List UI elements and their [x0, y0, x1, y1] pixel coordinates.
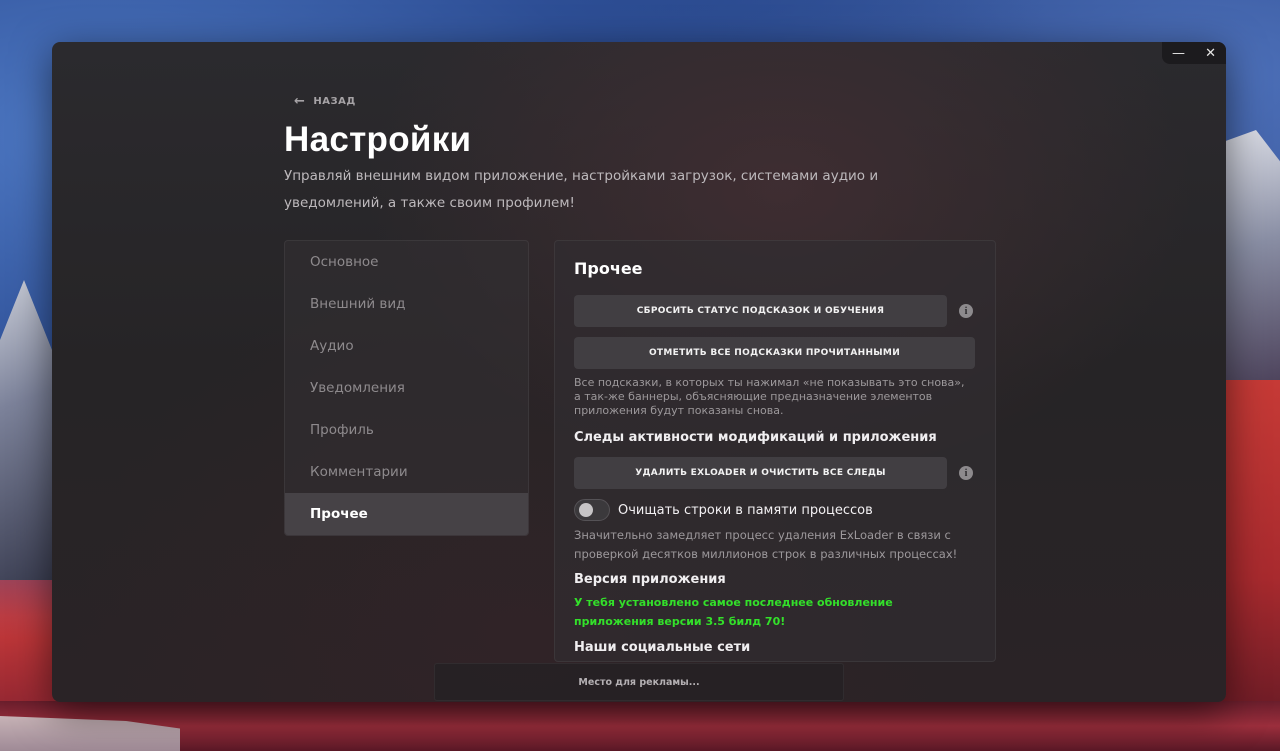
hints-note: Все подсказки, в которых ты нажимал «не … [574, 376, 965, 417]
sidebar-item-notifications[interactable]: Уведомления [285, 367, 528, 409]
info-icon[interactable]: i [959, 466, 973, 480]
back-button[interactable]: ← НАЗАД [294, 94, 356, 109]
page-subtitle: Управляй внешним видом приложение, настр… [284, 168, 879, 211]
clear-memory-strings-label: Очищать строки в памяти процессов [618, 503, 873, 518]
arrow-left-icon: ← [294, 94, 306, 109]
app-window: — ✕ ← НАЗАД Настройки Управляй внешним в… [52, 42, 1226, 702]
sidebar-item-profile[interactable]: Профиль [285, 409, 528, 451]
reset-hints-button[interactable]: СБРОСИТЬ СТАТУС ПОДСКАЗОК И ОБУЧЕНИЯ [574, 295, 947, 327]
back-label: НАЗАД [313, 96, 356, 107]
version-heading: Версия приложения [574, 572, 726, 587]
sidebar-item-comments[interactable]: Комментарии [285, 451, 528, 493]
info-icon[interactable]: i [959, 304, 973, 318]
minimize-button[interactable]: — [1172, 47, 1185, 60]
close-button[interactable]: ✕ [1205, 47, 1216, 60]
sidebar-item-audio[interactable]: Аудио [285, 325, 528, 367]
social-heading: Наши социальные сети [574, 640, 751, 655]
sidebar-item-appearance[interactable]: Внешний вид [285, 283, 528, 325]
version-status: У тебя установлено самое последнее обнов… [574, 596, 893, 628]
delete-exloader-button[interactable]: УДАЛИТЬ EXLOADER И ОЧИСТИТЬ ВСЕ СЛЕДЫ [574, 457, 947, 489]
sidebar-item-general[interactable]: Основное [285, 241, 528, 283]
settings-panel-other: Прочее СБРОСИТЬ СТАТУС ПОДСКАЗОК И ОБУЧЕ… [554, 240, 996, 662]
panel-title: Прочее [574, 259, 643, 278]
wallpaper-mountain-right [1220, 130, 1280, 390]
page-title: Настройки [284, 120, 472, 159]
sidebar-item-other[interactable]: Прочее [285, 493, 528, 535]
wallpaper-mountain-left [0, 280, 60, 580]
toggle-knob [579, 503, 593, 517]
wallpaper-hill-right [1220, 380, 1280, 710]
ad-placeholder: Место для рекламы... [434, 663, 844, 701]
mark-hints-read-button[interactable]: ОТМЕТИТЬ ВСЕ ПОДСКАЗКИ ПРОЧИТАННЫМИ [574, 337, 975, 369]
toggle-note: Значительно замедляет процесс удаления E… [574, 528, 958, 561]
wallpaper-lake [0, 701, 1280, 751]
traces-heading: Следы активности модификаций и приложени… [574, 430, 937, 445]
settings-sidebar: Основное Внешний вид Аудио Уведомления П… [284, 240, 529, 536]
clear-memory-strings-toggle[interactable] [574, 499, 610, 521]
window-controls: — ✕ [1162, 42, 1226, 64]
